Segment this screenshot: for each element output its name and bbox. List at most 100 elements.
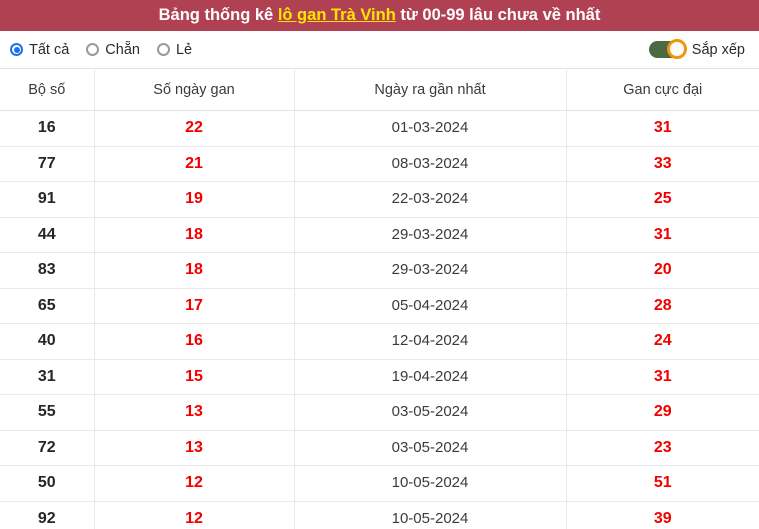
cell-ngay-ra-gan-nhat-value: 03-05-2024	[391, 403, 469, 421]
cell-gan-cuc-dai: 33	[566, 146, 759, 182]
cell-ngay-ra-gan-nhat: 29-03-2024	[294, 217, 567, 253]
cell-ngay-ra-gan-nhat: 08-03-2024	[294, 146, 567, 182]
table-row[interactable]: 44 18 29-03-2024 31	[0, 217, 759, 253]
cell-ngay-ra-gan-nhat-value: 29-03-2024	[391, 261, 469, 279]
column-header-ngay-ra-gan-nhat[interactable]: Ngày ra gần nhất	[294, 68, 567, 111]
radio-option-tat-ca[interactable]: Tất cả	[10, 42, 69, 58]
table-row[interactable]: 72 13 03-05-2024 23	[0, 430, 759, 466]
cell-ngay-ra-gan-nhat-value: 12-04-2024	[391, 332, 469, 350]
radio-icon-tat-ca[interactable]	[10, 43, 23, 56]
cell-bo-so: 83	[0, 252, 95, 289]
cell-bo-so: 31	[0, 359, 95, 395]
cell-bo-so-value: 50	[37, 474, 56, 492]
cell-ngay-ra-gan-nhat-value: 10-05-2024	[391, 474, 469, 492]
cell-so-ngay-gan-value: 16	[185, 332, 203, 350]
cell-ngay-ra-gan-nhat-value: 05-04-2024	[391, 296, 469, 314]
table-header-row: Bộ số Số ngày gan Ngày ra gần nhất Gan c…	[0, 68, 759, 111]
cell-bo-so-value: 83	[37, 261, 56, 279]
cell-so-ngay-gan-value: 21	[185, 154, 203, 172]
radio-option-chan[interactable]: Chẵn	[86, 42, 140, 58]
lo-gan-statistics-page: Bảng thống kê lô gan Trà Vinh từ 00-99 l…	[0, 0, 759, 529]
cell-gan-cuc-dai-value: 51	[653, 474, 672, 492]
cell-so-ngay-gan-value: 12	[185, 474, 203, 492]
cell-so-ngay-gan-value: 17	[185, 296, 203, 314]
cell-so-ngay-gan: 12	[94, 501, 295, 529]
cell-bo-so: 40	[0, 323, 95, 360]
cell-gan-cuc-dai: 29	[566, 394, 759, 431]
table-row[interactable]: 40 16 12-04-2024 24	[0, 323, 759, 360]
cell-so-ngay-gan-value: 13	[185, 438, 203, 456]
cell-bo-so: 77	[0, 146, 95, 182]
cell-ngay-ra-gan-nhat-value: 10-05-2024	[391, 509, 469, 527]
table-row[interactable]: 91 19 22-03-2024 25	[0, 181, 759, 218]
cell-ngay-ra-gan-nhat-value: 19-04-2024	[391, 367, 469, 385]
cell-gan-cuc-dai-value: 31	[653, 367, 672, 385]
cell-ngay-ra-gan-nhat: 29-03-2024	[294, 252, 567, 289]
cell-gan-cuc-dai-value: 28	[653, 296, 672, 314]
cell-gan-cuc-dai: 31	[566, 217, 759, 253]
cell-bo-so-value: 91	[37, 190, 56, 208]
table-row[interactable]: 55 13 03-05-2024 29	[0, 394, 759, 431]
cell-so-ngay-gan: 22	[94, 110, 295, 147]
filter-control-bar: Tất cả Chẵn Lẻ Sắp xếp	[0, 31, 759, 68]
cell-so-ngay-gan: 13	[94, 430, 295, 466]
cell-so-ngay-gan-value: 13	[185, 403, 203, 421]
cell-gan-cuc-dai-value: 24	[653, 332, 672, 350]
toggle-knob-icon	[666, 39, 687, 59]
cell-ngay-ra-gan-nhat-value: 22-03-2024	[391, 190, 469, 208]
page-title-suffix: từ 00-99 lâu chưa về nhất	[395, 6, 601, 24]
table-row[interactable]: 16 22 01-03-2024 31	[0, 110, 759, 147]
cell-so-ngay-gan-value: 19	[185, 190, 203, 208]
column-header-gan-cuc-dai[interactable]: Gan cực đại	[566, 68, 759, 111]
cell-bo-so: 50	[0, 465, 95, 502]
table-row[interactable]: 50 12 10-05-2024 51	[0, 465, 759, 502]
table-row[interactable]: 31 15 19-04-2024 31	[0, 359, 759, 395]
cell-gan-cuc-dai-value: 31	[653, 225, 672, 243]
cell-gan-cuc-dai: 25	[566, 181, 759, 218]
cell-ngay-ra-gan-nhat: 10-05-2024	[294, 465, 567, 502]
cell-gan-cuc-dai: 39	[566, 501, 759, 529]
column-header-bo-so[interactable]: Bộ số	[0, 68, 95, 111]
lo-gan-table: Bộ số Số ngày gan Ngày ra gần nhất Gan c…	[0, 68, 759, 529]
cell-so-ngay-gan: 15	[94, 359, 295, 395]
cell-bo-so-value: 92	[37, 509, 56, 527]
radio-icon-le[interactable]	[156, 43, 170, 56]
radio-icon-chan[interactable]	[86, 43, 100, 56]
sort-toggle-control[interactable]: Sắp xếp	[648, 39, 745, 59]
radio-label-le: Lẻ	[175, 41, 193, 58]
table-row[interactable]: 83 18 29-03-2024 20	[0, 252, 759, 289]
table-row[interactable]: 77 21 08-03-2024 33	[0, 146, 759, 182]
lo-gan-tra-vinh-link[interactable]: lô gan Trà Vinh	[278, 6, 396, 24]
cell-bo-so: 92	[0, 501, 95, 529]
table-header: Bộ số Số ngày gan Ngày ra gần nhất Gan c…	[0, 68, 759, 111]
table-row[interactable]: 92 12 10-05-2024 39	[0, 501, 759, 529]
table-row[interactable]: 65 17 05-04-2024 28	[0, 288, 759, 324]
cell-bo-so: 44	[0, 217, 95, 253]
sort-toggle-label: Sắp xếp	[691, 41, 745, 58]
cell-ngay-ra-gan-nhat: 03-05-2024	[294, 430, 567, 466]
cell-gan-cuc-dai: 28	[566, 288, 759, 324]
toggle-switch-icon[interactable]	[648, 39, 687, 59]
cell-bo-so-value: 72	[37, 438, 56, 456]
cell-so-ngay-gan-value: 18	[185, 261, 203, 279]
cell-bo-so-value: 44	[37, 225, 56, 243]
cell-bo-so-value: 31	[37, 367, 56, 385]
table-body: 16 22 01-03-2024 31 77 21 08-03-2024 33 91 19 22-0…	[0, 110, 759, 529]
cell-gan-cuc-dai: 31	[566, 110, 759, 147]
cell-bo-so-value: 55	[37, 403, 56, 421]
cell-so-ngay-gan-value: 12	[185, 509, 203, 527]
radio-option-le[interactable]: Lẻ	[156, 41, 193, 58]
cell-bo-so-value: 16	[37, 119, 56, 137]
column-header-so-ngay-gan[interactable]: Số ngày gan	[94, 68, 295, 111]
cell-ngay-ra-gan-nhat: 19-04-2024	[294, 359, 567, 395]
cell-so-ngay-gan: 18	[94, 252, 295, 289]
cell-ngay-ra-gan-nhat: 05-04-2024	[294, 288, 567, 324]
cell-gan-cuc-dai-value: 29	[653, 403, 672, 421]
cell-gan-cuc-dai: 31	[566, 359, 759, 395]
cell-so-ngay-gan: 18	[94, 217, 295, 253]
parity-filter-group: Tất cả Chẵn Lẻ	[10, 42, 192, 58]
cell-ngay-ra-gan-nhat-value: 29-03-2024	[391, 225, 469, 243]
cell-so-ngay-gan: 16	[94, 323, 295, 360]
cell-gan-cuc-dai-value: 39	[653, 509, 672, 527]
page-title: Bảng thống kê lô gan Trà Vinh từ 00-99 l…	[159, 6, 601, 25]
